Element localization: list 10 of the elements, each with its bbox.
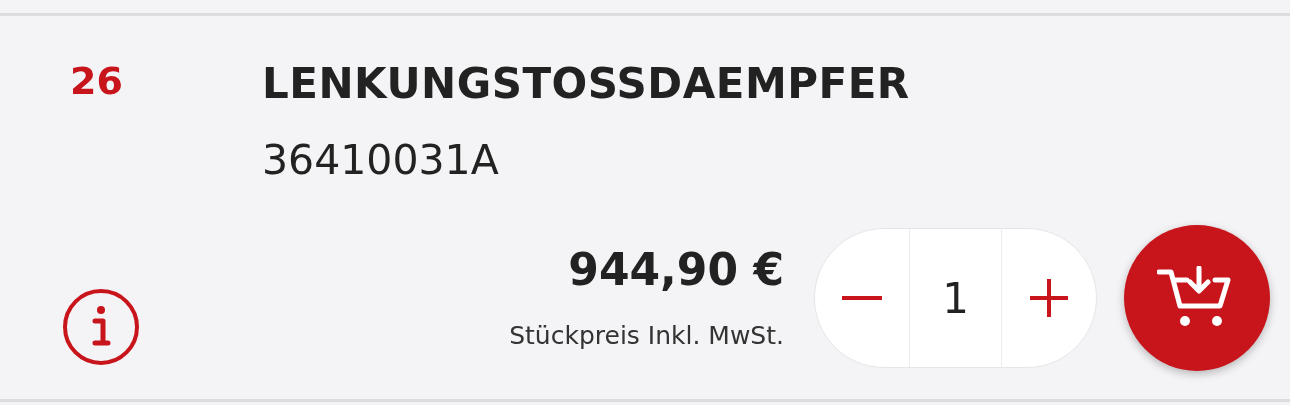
plus-icon: [1030, 279, 1068, 317]
quantity-value[interactable]: 1: [909, 229, 1002, 367]
info-icon[interactable]: [62, 288, 140, 366]
part-name: LENKUNGSTOSSDAEMPFER: [262, 58, 910, 110]
position-number: 26: [70, 59, 123, 103]
part-number: 36410031A: [262, 135, 500, 186]
price-note: Stückpreis Inkl. MwSt.: [509, 320, 784, 352]
add-to-cart-button[interactable]: [1124, 225, 1270, 371]
unit-price: 944,90 €: [568, 243, 784, 297]
minus-icon: [842, 295, 882, 301]
